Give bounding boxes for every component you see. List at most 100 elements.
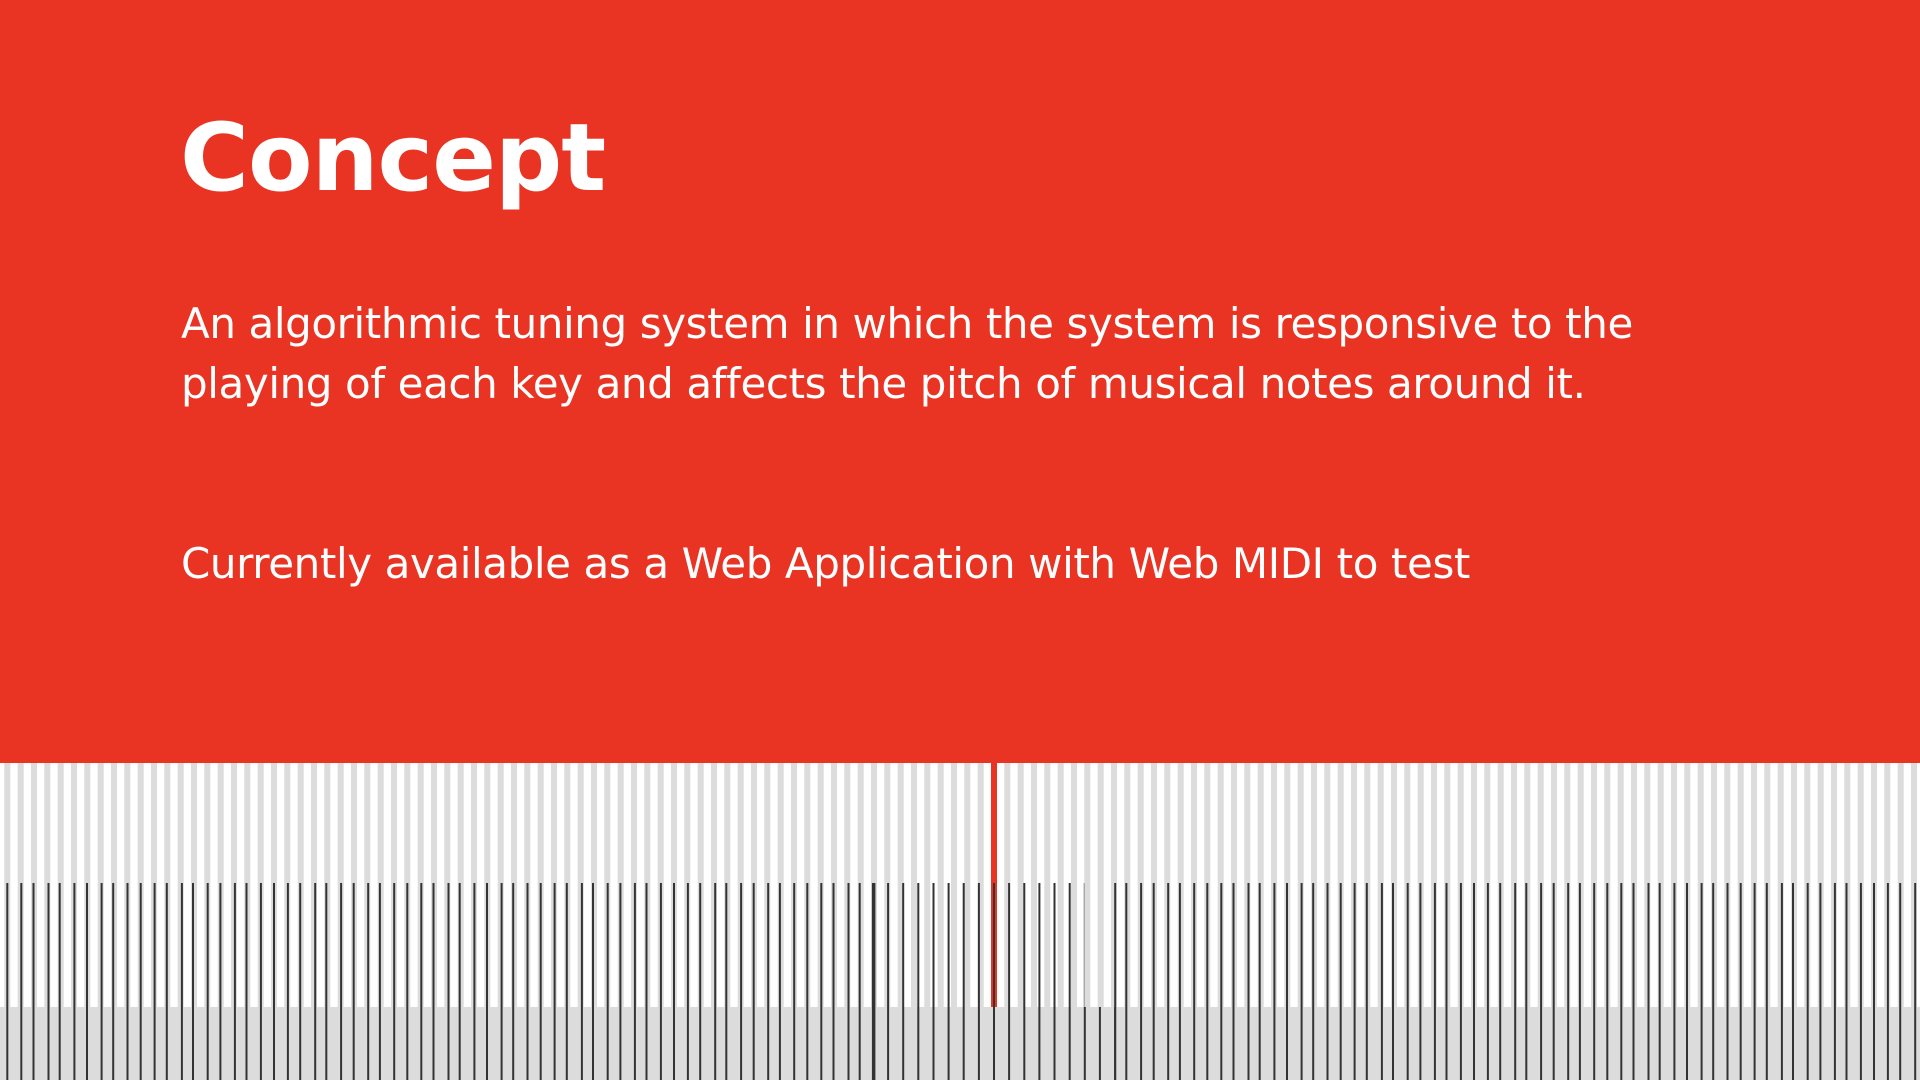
lower-pitch-tick	[1140, 883, 1143, 1080]
lower-pitch-tick	[1632, 883, 1635, 1080]
lower-pitch-tick	[686, 883, 689, 1080]
lower-pitch-tick	[633, 883, 636, 1080]
lower-pitch-tick	[619, 883, 622, 1080]
lower-pitch-tick	[73, 883, 76, 1080]
lower-pitch-tick	[1365, 883, 1368, 1080]
lower-pitch-tick	[993, 883, 995, 1080]
upper-key-tick	[1031, 763, 1037, 1007]
lower-pitch-tick	[740, 883, 743, 1080]
lower-pitch-tick	[1712, 883, 1715, 1080]
lower-pitch-tick	[139, 883, 142, 1080]
lower-pitch-tick	[1886, 883, 1889, 1080]
lower-pitch-tick	[917, 883, 920, 1080]
lower-pitch-tick	[580, 883, 583, 1080]
slide-header-panel: Concept An algorithmic tuning system in …	[0, 0, 1920, 763]
lower-pitch-tick	[58, 883, 61, 1080]
lower-pitch-tick	[367, 883, 370, 1080]
lower-pitch-tick	[902, 883, 905, 1080]
lower-pitch-tick	[1473, 883, 1475, 1080]
lower-pitch-tick	[1206, 883, 1209, 1080]
lower-pitch-tick	[47, 883, 50, 1080]
lower-pitch-tick	[32, 883, 35, 1080]
lower-pitch-tick	[565, 883, 568, 1080]
lower-pitch-tick	[1380, 883, 1383, 1080]
lower-pitch-tick	[947, 883, 950, 1080]
lower-pitch-tick	[1873, 883, 1875, 1080]
lower-pitch-tick	[1353, 883, 1356, 1080]
lower-pitch-tick	[299, 883, 302, 1080]
lower-pitch-tick	[500, 883, 503, 1080]
lower-pitch-tick	[1167, 883, 1170, 1080]
lower-pitch-tick	[1540, 883, 1543, 1080]
lower-pitch-tick	[458, 883, 461, 1080]
upper-key-tick	[1017, 763, 1024, 1007]
lower-pitch-tick	[1859, 883, 1862, 1080]
lower-pitch-tick	[962, 883, 965, 1080]
lower-pitch-tick	[420, 883, 423, 1080]
lower-pitch-tick	[286, 883, 289, 1080]
lower-pitch-tick	[714, 883, 717, 1080]
lower-pitch-tick	[1819, 883, 1822, 1080]
lower-pitch-tick	[1914, 883, 1917, 1080]
lower-pitch-tick	[273, 883, 275, 1080]
lower-pitch-tick	[259, 883, 262, 1080]
lower-pitch-tick	[1247, 883, 1250, 1080]
lower-pitch-tick	[887, 883, 890, 1080]
lower-pitch-tick	[1178, 883, 1181, 1080]
upper-key-tick	[1084, 763, 1091, 1007]
tuning-visualization	[0, 763, 1920, 1080]
upper-key-tick	[964, 763, 971, 1007]
lower-pitch-tick	[1606, 883, 1609, 1080]
lower-pitch-tick	[325, 883, 328, 1080]
lower-pitch-tick	[126, 883, 129, 1080]
lower-pitch-tick	[553, 883, 556, 1080]
lower-pitch-tick	[977, 883, 980, 1080]
lower-pitch-tick	[1833, 883, 1836, 1080]
lower-pitch-tick	[486, 883, 488, 1080]
lower-pitch-tick	[1023, 883, 1026, 1080]
lower-pitch-tick	[1232, 883, 1235, 1080]
lower-pitch-tick	[1459, 883, 1462, 1080]
lower-pitch-tick	[1593, 883, 1596, 1080]
upper-key-tick	[1097, 763, 1104, 1007]
lower-pitch-tick	[1673, 883, 1676, 1080]
lower-pitch-tick	[1300, 883, 1303, 1080]
lower-pitch-tick	[1514, 883, 1517, 1080]
availability-note: Currently available as a Web Application…	[181, 539, 1470, 588]
lower-pitch-tick	[1845, 883, 1848, 1080]
lower-pitch-tick	[1258, 883, 1261, 1080]
lower-pitch-tick	[86, 883, 88, 1080]
lower-pitch-tick	[1068, 883, 1071, 1080]
lower-pitch-tick	[1578, 883, 1581, 1080]
lower-pitch-tick	[1312, 883, 1315, 1080]
lower-pitch-tick	[1038, 883, 1041, 1080]
concept-description: An algorithmic tuning system in which th…	[181, 299, 1633, 408]
lower-pitch-tick	[180, 883, 183, 1080]
lower-pitch-tick	[219, 883, 222, 1080]
lower-pitch-tick	[645, 883, 648, 1080]
lower-pitch-tick	[1114, 883, 1117, 1080]
lower-pitch-tick	[432, 883, 435, 1080]
tuning-ticks-svg	[4, 763, 1917, 1080]
lower-pitch-tick	[1486, 883, 1489, 1080]
upper-key-tick	[924, 763, 931, 1007]
lower-pitch-tick	[1008, 883, 1011, 1080]
lower-pitch-tick	[112, 883, 115, 1080]
lower-pitch-tick	[1499, 883, 1502, 1080]
lower-pitch-tick	[1433, 883, 1436, 1080]
lower-pitch-tick	[153, 883, 156, 1080]
lower-pitch-tick	[847, 883, 850, 1080]
lower-pitch-tick	[1220, 883, 1223, 1080]
upper-key-tick	[1044, 763, 1051, 1007]
lower-pitch-tick	[1406, 883, 1409, 1080]
upper-key-tick	[937, 763, 944, 1007]
lower-pitch-tick	[778, 883, 781, 1080]
lower-pitch-tick	[1700, 883, 1703, 1080]
lower-pitch-tick	[1806, 883, 1809, 1080]
lower-pitch-tick	[1658, 883, 1661, 1080]
lower-pitch-tick	[245, 883, 248, 1080]
lower-pitch-tick	[673, 883, 675, 1080]
lower-pitch-tick	[725, 883, 728, 1080]
lower-pitch-tick	[1686, 883, 1688, 1080]
upper-key-tick	[951, 763, 957, 1007]
